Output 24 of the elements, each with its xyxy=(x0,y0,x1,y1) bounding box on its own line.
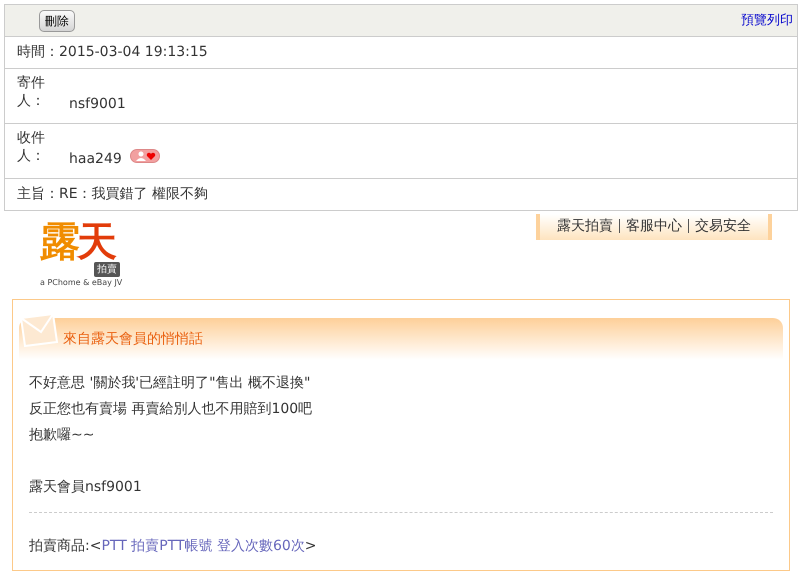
logo-tagline: a PChome & eBay JV xyxy=(40,277,122,289)
field-label: 主旨： xyxy=(17,185,59,204)
message-line: 不好意思 '關於我'已經註明了"售出 概不退換" xyxy=(29,374,312,393)
nav-link[interactable]: 交易安全 xyxy=(695,218,751,234)
nav-link[interactable]: 客服中心 xyxy=(626,218,682,234)
delete-button[interactable]: 刪除 xyxy=(39,10,75,32)
product-link[interactable]: PTT 拍賣PTT帳號 登入次數60次 xyxy=(101,538,305,554)
message-line: 反正您也有賣場 再賣給別人也不用賠到100吧 xyxy=(29,400,314,419)
field-label: 時間： xyxy=(17,43,59,62)
envelope-icon xyxy=(19,312,59,348)
field-label: 寄件人： xyxy=(17,74,46,111)
nav-link[interactable]: 露天拍賣 xyxy=(557,218,613,234)
field-label: 收件人： xyxy=(17,129,46,166)
print-preview-link[interactable]: 預覽列印 xyxy=(741,11,793,31)
field-value: RE：我買錯了 權限不夠 xyxy=(59,185,208,204)
message-line: 抱歉囉~~ xyxy=(29,426,96,445)
field-value: haa249 xyxy=(69,150,122,169)
logo-title: 露天 xyxy=(40,222,114,262)
logo-tag: 拍賣 xyxy=(94,262,120,277)
product-line: 拍賣商品:<PTT 拍賣PTT帳號 登入次數60次> xyxy=(29,537,318,556)
message-title: 來自露天會員的悄悄話 xyxy=(63,330,203,348)
field-value: 2015-03-04 19:13:15 xyxy=(59,43,208,62)
field-value: nsf9001 xyxy=(69,95,126,114)
message-signature: 露天會員nsf9001 xyxy=(29,478,143,497)
